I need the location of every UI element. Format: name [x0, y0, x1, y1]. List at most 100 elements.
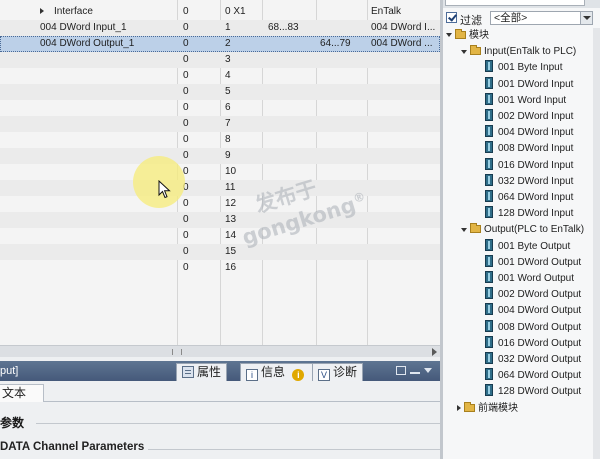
- expand-arrow-icon[interactable]: [457, 404, 461, 411]
- catalog-item[interactable]: 032 DWord Input: [485, 173, 573, 190]
- catalog-vertical-scrollbar[interactable]: [593, 28, 600, 459]
- subtab-text[interactable]: 文本: [0, 384, 44, 402]
- type-cell[interactable]: [371, 228, 439, 244]
- rack-cell[interactable]: 0: [183, 164, 218, 180]
- slot-cell[interactable]: 6: [225, 100, 260, 116]
- rack-cell[interactable]: 0: [183, 68, 218, 84]
- table-row[interactable]: 0 11: [0, 180, 440, 196]
- tree-node-group[interactable]: Output(PLC to EnTalk): [461, 222, 584, 238]
- module-name-cell[interactable]: [40, 132, 170, 148]
- slot-cell[interactable]: 0 X1: [225, 4, 260, 20]
- q-address-cell[interactable]: [320, 132, 368, 148]
- table-row[interactable]: 09: [0, 148, 440, 164]
- rack-cell[interactable]: 0: [183, 244, 218, 260]
- type-cell[interactable]: [371, 260, 439, 276]
- q-address-cell[interactable]: [320, 100, 368, 116]
- rack-cell[interactable]: 0: [183, 116, 218, 132]
- collapse-arrow-icon[interactable]: [461, 227, 467, 232]
- catalog-item[interactable]: 008 DWord Output: [485, 319, 581, 336]
- catalog-item[interactable]: 064 DWord Output: [485, 368, 581, 384]
- scrollbar-grip[interactable]: [172, 349, 182, 355]
- type-cell[interactable]: [371, 244, 439, 260]
- slot-cell[interactable]: 1: [225, 20, 260, 36]
- i-address-cell[interactable]: [268, 36, 316, 52]
- tab-diagnostics[interactable]: V 诊断: [312, 363, 364, 381]
- catalog-item[interactable]: 002 DWord Input: [485, 109, 573, 125]
- catalog-item[interactable]: 016 DWord Input: [485, 157, 573, 174]
- restore-icon[interactable]: [396, 366, 406, 375]
- table-row[interactable]: 08: [0, 132, 440, 148]
- rack-cell[interactable]: 0: [183, 20, 218, 36]
- chevron-down-icon[interactable]: [580, 12, 592, 24]
- i-address-cell[interactable]: [268, 84, 316, 100]
- slot-cell[interactable]: 9: [225, 148, 260, 164]
- type-cell[interactable]: [371, 132, 439, 148]
- tab-info[interactable]: i 信息 i: [240, 363, 314, 381]
- slot-cell[interactable]: 4: [225, 68, 260, 84]
- rack-cell[interactable]: 0: [183, 196, 218, 212]
- tab-properties[interactable]: 属性: [176, 363, 228, 381]
- q-address-cell[interactable]: [320, 148, 368, 164]
- rack-cell[interactable]: 0: [183, 148, 218, 164]
- table-row[interactable]: 04: [0, 68, 440, 84]
- table-row[interactable]: 0 16: [0, 260, 440, 276]
- i-address-cell[interactable]: [268, 260, 316, 276]
- rack-cell[interactable]: 0: [183, 180, 218, 196]
- catalog-item[interactable]: 001 Word Output: [485, 271, 574, 287]
- q-address-cell[interactable]: [320, 116, 368, 132]
- slot-cell[interactable]: 16: [225, 260, 260, 276]
- rack-cell[interactable]: 0: [183, 228, 218, 244]
- tree-node-frontend-modules[interactable]: 前端模块: [457, 401, 518, 417]
- module-name-cell[interactable]: Interface: [40, 4, 170, 20]
- q-address-cell[interactable]: [320, 244, 368, 260]
- rack-cell[interactable]: 0: [183, 84, 218, 100]
- i-address-cell[interactable]: [268, 132, 316, 148]
- catalog-item[interactable]: 004 DWord Output: [485, 303, 581, 319]
- panel-menu-icon[interactable]: [424, 368, 432, 373]
- table-row[interactable]: 0 15: [0, 244, 440, 260]
- type-cell[interactable]: 004 DWord ...: [371, 36, 439, 52]
- type-cell[interactable]: [371, 52, 439, 68]
- i-address-cell[interactable]: [268, 148, 316, 164]
- collapse-arrow-icon[interactable]: [461, 49, 467, 54]
- catalog-item[interactable]: 128 DWord Output: [485, 384, 581, 400]
- catalog-item[interactable]: 016 DWord Output: [485, 335, 581, 352]
- table-horizontal-scrollbar[interactable]: [0, 345, 440, 357]
- q-address-cell[interactable]: 64...79: [320, 36, 368, 52]
- module-name-cell[interactable]: [40, 244, 170, 260]
- module-name-cell[interactable]: [40, 68, 170, 84]
- module-name-cell[interactable]: [40, 100, 170, 116]
- rack-cell[interactable]: 0: [183, 4, 218, 20]
- module-name-cell[interactable]: [40, 260, 170, 276]
- catalog-item[interactable]: 128 DWord Input: [485, 206, 573, 222]
- q-address-cell[interactable]: [320, 52, 368, 68]
- rack-cell[interactable]: 0: [183, 132, 218, 148]
- type-cell[interactable]: [371, 84, 439, 100]
- table-row[interactable]: 07: [0, 116, 440, 132]
- catalog-item[interactable]: 001 Byte Output: [485, 238, 570, 255]
- table-row[interactable]: 004 DWord Input_1 0 1 68...83 004 DWord I...: [0, 20, 440, 36]
- type-cell[interactable]: [371, 212, 439, 228]
- i-address-cell[interactable]: [268, 68, 316, 84]
- table-row[interactable]: 0 14: [0, 228, 440, 244]
- slot-cell[interactable]: 10: [225, 164, 260, 180]
- module-name-cell[interactable]: 004 DWord Output_1: [40, 36, 170, 52]
- type-cell[interactable]: [371, 180, 439, 196]
- i-address-cell[interactable]: [268, 4, 316, 20]
- tree-node-group[interactable]: Input(EnTalk to PLC): [461, 44, 576, 60]
- module-name-cell[interactable]: [40, 228, 170, 244]
- catalog-item[interactable]: 002 DWord Output: [485, 287, 581, 303]
- module-name-cell[interactable]: [40, 84, 170, 100]
- module-name-cell[interactable]: [40, 52, 170, 68]
- catalog-item[interactable]: 008 DWord Input: [485, 141, 573, 157]
- rack-cell[interactable]: 0: [183, 36, 218, 52]
- catalog-item[interactable]: 001 DWord Input: [485, 76, 573, 93]
- table-row[interactable]: 0 10: [0, 164, 440, 180]
- type-cell[interactable]: 004 DWord I...: [371, 20, 439, 36]
- slot-cell[interactable]: 7: [225, 116, 260, 132]
- filter-checkbox[interactable]: [446, 12, 457, 23]
- table-row[interactable]: 06: [0, 100, 440, 116]
- table-row[interactable]: 004 DWord Output_1 0 2 64...79 004 DWord ...: [0, 36, 440, 52]
- table-row[interactable]: 0 12: [0, 196, 440, 212]
- rack-cell[interactable]: 0: [183, 52, 218, 68]
